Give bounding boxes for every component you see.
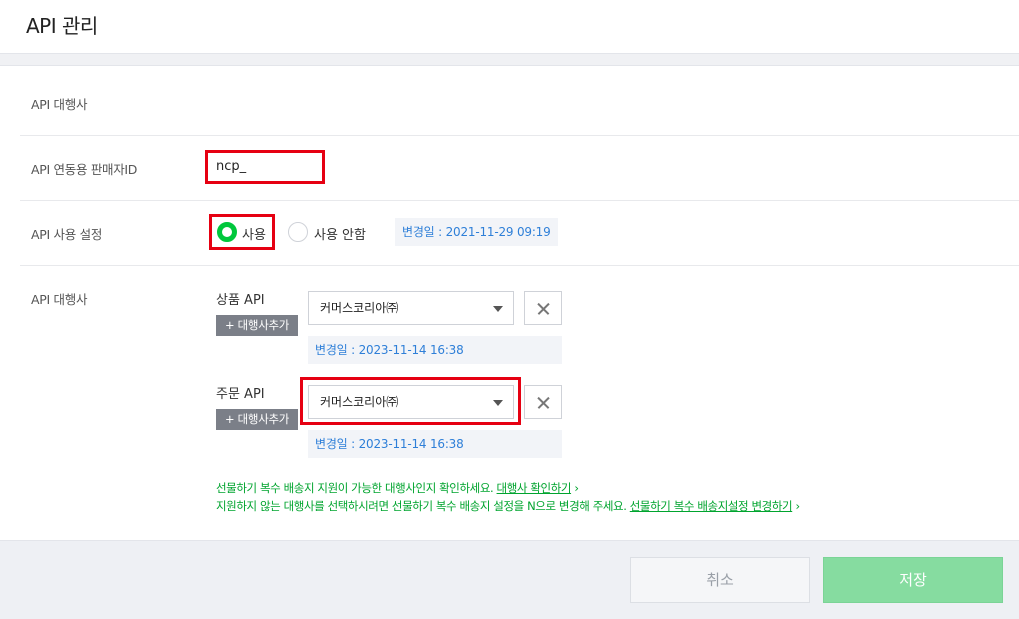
order-agency-value: 커머스코리아㈜: [320, 395, 399, 409]
product-api-label: 상품 API: [216, 293, 265, 308]
header-divider: [0, 54, 1019, 66]
product-agency-value: 커머스코리아㈜: [320, 301, 399, 315]
page-header: API 관리: [0, 0, 1019, 54]
chevron-right-icon: ›: [574, 481, 579, 495]
row-divider: [20, 135, 1019, 136]
order-add-agency-button[interactable]: + 대행사추가: [216, 409, 298, 430]
product-add-agency-button[interactable]: + 대행사추가: [216, 315, 298, 336]
order-api-label: 주문 API: [216, 387, 265, 402]
cancel-button[interactable]: 취소: [630, 557, 810, 603]
row-divider: [20, 265, 1019, 266]
api-usage-label: API 사용 설정: [31, 227, 103, 242]
seller-id-field[interactable]: ncp_: [205, 150, 325, 184]
order-agency-select[interactable]: 커머스코리아㈜: [308, 385, 514, 419]
product-agency-select[interactable]: 커머스코리아㈜: [308, 291, 514, 325]
api-usage-changed-date: 변경일 : 2021-11-29 09:19: [395, 218, 558, 246]
product-changed-date: 변경일 : 2023-11-14 16:38: [308, 336, 562, 364]
order-changed-date: 변경일 : 2023-11-14 16:38: [308, 430, 562, 458]
save-button[interactable]: 저장: [823, 557, 1003, 603]
chevron-right-icon: ›: [795, 499, 800, 513]
radio-use-option[interactable]: 사용: [209, 214, 275, 250]
chevron-down-icon: [493, 400, 503, 406]
agencies-label: API 대행사: [31, 292, 88, 307]
row-divider: [20, 200, 1019, 201]
note-2-text: 지원하지 않는 대행사를 선택하시려면 선물하기 복수 배송지 설정을 N으로 …: [216, 499, 630, 513]
seller-id-label: API 연동용 판매자ID: [31, 162, 138, 177]
order-remove-button[interactable]: [524, 385, 562, 419]
agency-note-1: 선물하기 복수 배송지 지원이 가능한 대행사인지 확인하세요. 대행사 확인하…: [216, 480, 579, 496]
note-1-text: 선물하기 복수 배송지 지원이 가능한 대행사인지 확인하세요.: [216, 481, 497, 495]
agency-note-2: 지원하지 않는 대행사를 선택하시려면 선물하기 복수 배송지 설정을 N으로 …: [216, 498, 800, 514]
agency-row-label: API 대행사: [31, 97, 88, 112]
change-gift-setting-link[interactable]: 선물하기 복수 배송지설정 변경하기: [630, 499, 793, 513]
chevron-down-icon: [493, 306, 503, 312]
radio-use-label: 사용: [242, 228, 266, 243]
page-title: API 관리: [26, 14, 98, 38]
footer-bar: 취소 저장: [0, 540, 1019, 619]
check-agency-link[interactable]: 대행사 확인하기: [497, 481, 572, 495]
product-remove-button[interactable]: [524, 291, 562, 325]
radio-unselected-icon[interactable]: [288, 222, 308, 242]
radio-not-use-label[interactable]: 사용 안함: [314, 224, 366, 243]
radio-selected-icon[interactable]: [217, 222, 237, 242]
